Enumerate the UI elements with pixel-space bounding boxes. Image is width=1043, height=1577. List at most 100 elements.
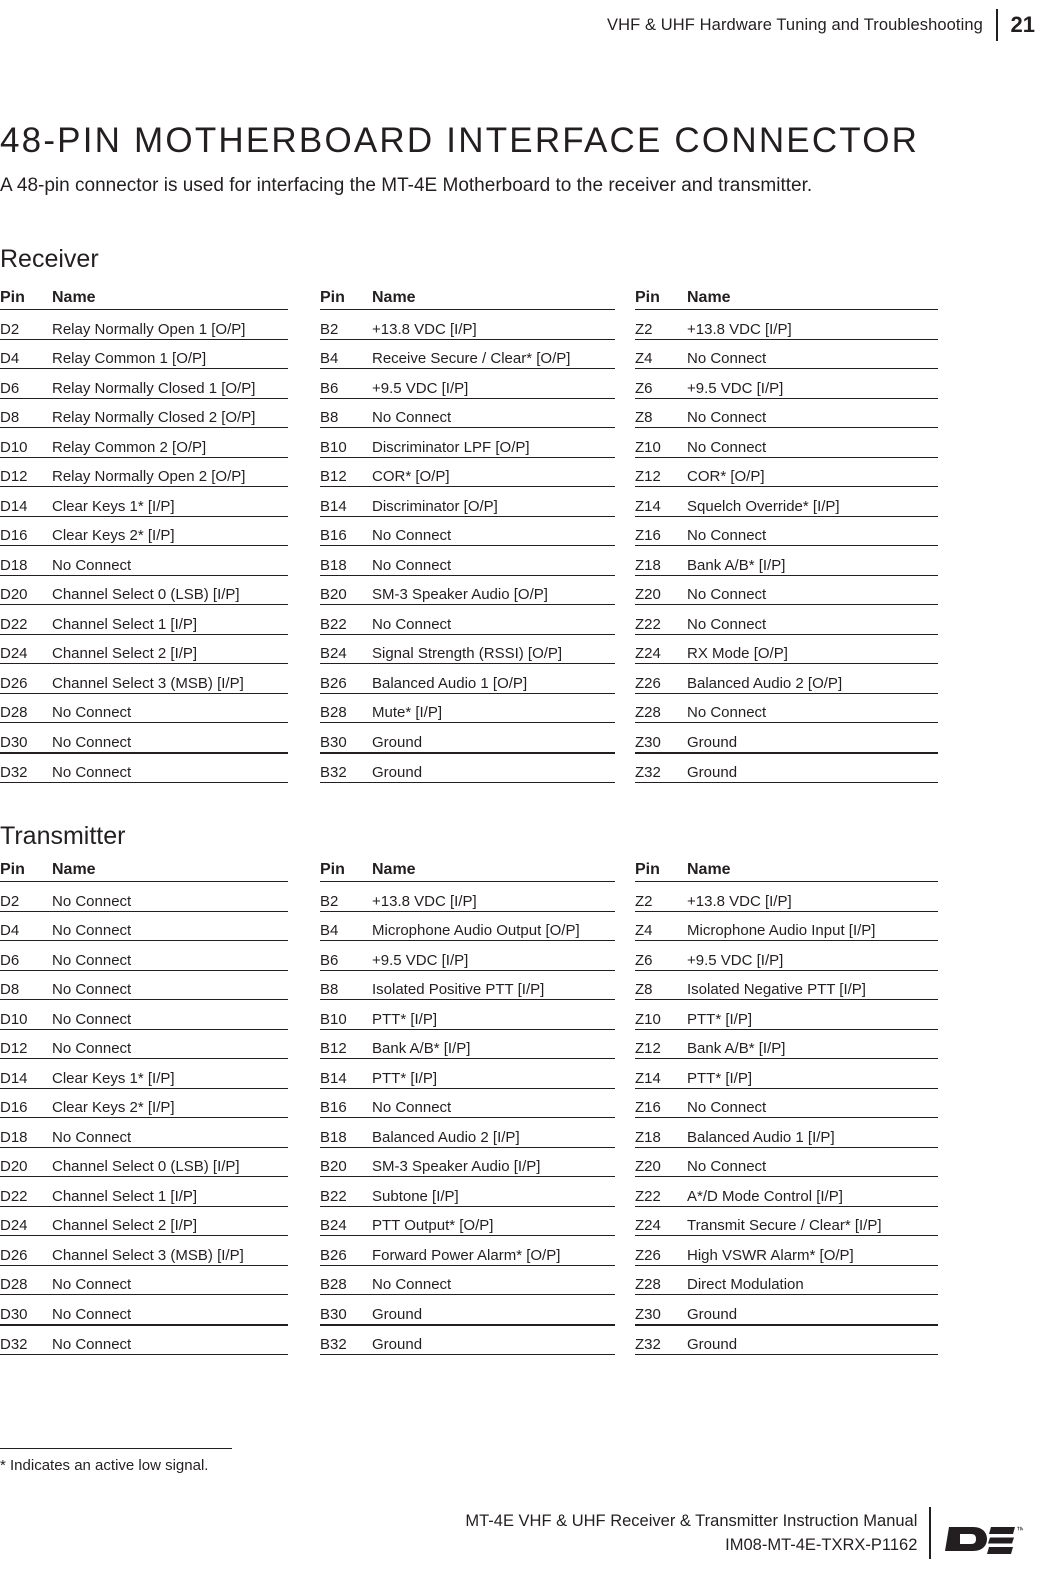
table-row: D8 Relay Normally Closed 2 [O/P] [0, 398, 288, 428]
cell-name: Balanced Audio 2 [I/P] [372, 1128, 520, 1146]
table-row: D26 Channel Select 3 (MSB) [I/P] [0, 664, 288, 693]
table-row: Z22 A*/D Mode Control [I/P] [635, 1177, 938, 1206]
table-row: D22 Channel Select 1 [I/P] [0, 1177, 288, 1206]
footnote-separator-rule [0, 1448, 232, 1450]
table-row: Z28 Direct Modulation [635, 1265, 938, 1295]
cell-pin: D12 [0, 468, 28, 485]
cell-name: Ground [687, 733, 738, 751]
cell-pin: Z2 [635, 320, 653, 338]
cell-pin: B20 [320, 1158, 347, 1175]
footer-document-code: IM08-MT-4E-TXRX-P1162 [725, 1536, 918, 1555]
cell-name: Receive Secure / Clear* [O/P] [372, 350, 571, 367]
cell-pin: D6 [0, 379, 20, 397]
cell-pin: Z14 [635, 1069, 661, 1087]
table-row: D2 Relay Normally Open 1 [O/P] [0, 310, 288, 339]
cell-pin: Z20 [635, 586, 661, 603]
column-header-name: Name [52, 861, 96, 878]
cell-pin: Z6 [635, 951, 653, 969]
cell-pin: D32 [0, 1336, 28, 1353]
cell-name: Channel Select 3 (MSB) [I/P] [52, 674, 244, 692]
cell-name: A*/D Mode Control [I/P] [687, 1187, 843, 1205]
table-row: Z24 RX Mode [O/P] [635, 634, 938, 664]
table-row: B24 Signal Strength (RSSI) [O/P] [320, 634, 615, 664]
cell-pin: Z16 [635, 1099, 661, 1116]
cell-name: Channel Select 2 [I/P] [52, 645, 198, 662]
cell-pin: Z30 [635, 1305, 661, 1323]
cell-name: No Connect [52, 1305, 132, 1323]
cell-name: +13.8 VDC [I/P] [687, 320, 792, 338]
intro-paragraph: A 48-pin connector is used for interfaci… [0, 175, 813, 196]
cell-name: SM-3 Speaker Audio [O/P] [372, 586, 548, 603]
cell-pin: B6 [320, 951, 339, 969]
table-row: Z20 No Connect [635, 1147, 938, 1177]
cell-name: Bank A/B* [I/P] [687, 1040, 786, 1057]
cell-name: +9.5 VDC [I/P] [687, 379, 784, 397]
table-row: B4 Receive Secure / Clear* [O/P] [320, 339, 615, 369]
cell-name: Ground [687, 1305, 738, 1323]
table-row: B16 No Connect [320, 1088, 615, 1118]
table-row: D6 No Connect [0, 941, 288, 970]
section-heading-receiver: Receiver [0, 244, 99, 273]
footnote-block: * Indicates an active low signal. [0, 1448, 340, 1475]
page-number: 21 [1010, 12, 1035, 37]
table-row: Z16 No Connect [635, 516, 938, 546]
cell-name: Clear Keys 2* [I/P] [52, 1099, 175, 1116]
cell-name: Discriminator [O/P] [372, 497, 498, 515]
table-body: D2 No Connect D4 No Connect D6 No Connect D8 No… [0, 882, 288, 1355]
cell-pin: B10 [320, 1010, 347, 1028]
transmitter-pin-table-b: Pin Name B2 +13.8 VDC [I/P] B4 Microphone A… [320, 857, 615, 1355]
cell-name: No Connect [52, 556, 132, 574]
cell-pin: D20 [0, 586, 28, 603]
table-row: B28 Mute* [I/P] [320, 693, 615, 723]
cell-name: Channel Select 1 [I/P] [52, 1187, 198, 1205]
table-row: D30 No Connect [0, 1295, 288, 1325]
table-row: D24 Channel Select 2 [I/P] [0, 634, 288, 664]
table-row: B22 No Connect [320, 605, 615, 634]
cell-pin: Z26 [635, 1246, 661, 1264]
table-row: D4 Relay Common 1 [O/P] [0, 339, 288, 369]
column-header-pin: Pin [635, 861, 660, 878]
receiver-pin-table-b: Pin Name B2 +13.8 VDC [I/P] B4 Receive Secu… [320, 285, 615, 783]
table-body: B2 +13.8 VDC [I/P] B4 Receive Secure / Clea… [320, 310, 615, 783]
table-row: D28 No Connect [0, 1265, 288, 1295]
page-title: 48-PIN MOTHERBOARD INTERFACE CONNECTOR [0, 121, 920, 161]
cell-name: No Connect [687, 586, 767, 603]
cell-pin: D6 [0, 951, 20, 969]
table-header-row: Pin Name [0, 285, 288, 310]
table-row: Z30 Ground [635, 723, 938, 753]
cell-name: PTT* [I/P] [687, 1069, 753, 1087]
cell-name: Clear Keys 2* [I/P] [52, 527, 175, 544]
cell-pin: B12 [320, 1040, 347, 1057]
cell-name: No Connect [52, 951, 132, 969]
cell-name: Balanced Audio 2 [O/P] [687, 674, 843, 692]
cell-name: Transmit Secure / Clear* [I/P] [687, 1217, 882, 1234]
cell-name: Ground [372, 1336, 423, 1353]
cell-pin: Z20 [635, 1158, 661, 1175]
table-row: D22 Channel Select 1 [I/P] [0, 605, 288, 634]
cell-name: No Connect [52, 981, 132, 998]
cell-pin: Z18 [635, 1128, 661, 1146]
table-row: B26 Forward Power Alarm* [O/P] [320, 1236, 615, 1265]
table-row: B16 No Connect [320, 516, 615, 546]
cell-name: No Connect [687, 438, 767, 456]
cell-pin: Z30 [635, 733, 661, 751]
table-row: B32 Ground [320, 1325, 615, 1355]
cell-pin: D16 [0, 1099, 28, 1116]
cell-pin: B32 [320, 1336, 347, 1353]
cell-pin: D24 [0, 1217, 28, 1234]
cell-name: Balanced Audio 1 [O/P] [372, 674, 528, 692]
table-row: D20 Channel Select 0 (LSB) [I/P] [0, 1147, 288, 1177]
table-header-row: Pin Name [635, 285, 938, 310]
receiver-table-z-wrapper: Pin Name Z2 +13.8 VDC [I/P] Z4 No Connect Z6… [635, 285, 938, 783]
cell-pin: Z24 [635, 1217, 661, 1234]
table-row: Z4 Microphone Audio Input [I/P] [635, 911, 938, 941]
transmitter-table-d-wrapper: Pin Name D2 No Connect D4 No Connect D6 No Co… [0, 857, 288, 1355]
table-row: Z32 Ground [635, 753, 938, 783]
cell-pin: D8 [0, 409, 20, 426]
table-row: B14 PTT* [I/P] [320, 1059, 615, 1088]
cell-name: PTT* [I/P] [372, 1069, 438, 1087]
cell-pin: Z28 [635, 704, 661, 721]
cell-pin: Z10 [635, 438, 661, 456]
cell-name: Direct Modulation [687, 1276, 804, 1293]
cell-name: No Connect [52, 1336, 132, 1353]
